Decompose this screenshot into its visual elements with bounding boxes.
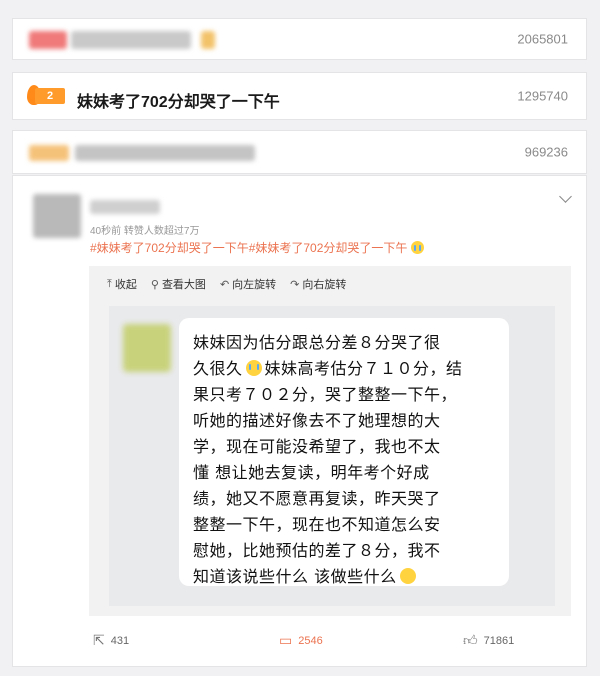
avatar[interactable] xyxy=(33,194,81,238)
post-meta: 40秒前 转赞人数超过7万 xyxy=(90,226,200,237)
post-card: 40秒前 转赞人数超过7万 #妹妹考了702分却哭了一下午#妹妹考了702分却哭… xyxy=(12,175,587,667)
rotate-right-button[interactable]: ↷ 向右旋转 xyxy=(290,276,346,292)
chat-line: 果只考７０２分，哭了整整一下午， xyxy=(193,385,458,404)
collapse-up-icon: ⤒ xyxy=(107,277,112,290)
blurred-title xyxy=(75,145,255,161)
blurred-username[interactable] xyxy=(90,200,160,214)
magnifier-icon: ⚲ xyxy=(150,278,159,291)
chat-avatar xyxy=(123,324,171,372)
thumbs-up-icon: 👍︎ xyxy=(463,632,478,648)
crying-face-icon xyxy=(410,241,424,254)
image-viewer: ⤒ 收起 ⚲ 查看大图 ↶ 向左旋转 ↷ 向右旋转 妹妹因为估分跟总分差８分哭了… xyxy=(89,266,571,616)
repost-icon: ⇱ xyxy=(93,632,105,648)
blurred-title xyxy=(201,31,215,49)
repost-button[interactable]: ⇱ 431 xyxy=(93,632,129,649)
like-button[interactable]: 👍︎ 71861 xyxy=(463,632,514,649)
rotate-left-button[interactable]: ↶ 向左旋转 xyxy=(220,276,276,292)
chevron-down-icon[interactable] xyxy=(559,190,572,203)
chat-line: 绩，她又不愿意再复读，昨天哭了 xyxy=(193,489,441,508)
chat-line: 整整一下午，现在也不知道怎么安 xyxy=(193,515,441,534)
hot-count: 2065801 xyxy=(517,31,568,47)
blurred-title xyxy=(71,31,191,49)
grimace-face-icon xyxy=(399,568,416,584)
chat-line: 知道该说些什么 该做些什么 xyxy=(193,564,495,590)
view-large-button[interactable]: ⚲ 查看大图 xyxy=(151,276,206,292)
chat-line: 学，现在可能没希望了，我也不太 xyxy=(193,437,441,456)
chat-line: 懂 想让她去复读，明年考个好成 xyxy=(193,463,430,482)
chat-line: 妹妹因为估分跟总分差８分哭了很 xyxy=(193,333,441,352)
comment-icon: ▭ xyxy=(279,632,293,648)
blurred-title xyxy=(29,31,67,49)
chat-line: 听她的描述好像去不了她理想的大 xyxy=(193,411,441,430)
rank-badge: 2 xyxy=(27,85,67,105)
hot-count: 969236 xyxy=(524,144,568,160)
crying-face-icon xyxy=(245,360,262,376)
rank-number: 2 xyxy=(35,88,65,104)
blurred-title xyxy=(29,145,69,161)
chat-bubble: 妹妹因为估分跟总分差８分哭了很 久很久 妹妹高考估分７１０分，结 果只考７０２分，… xyxy=(179,318,509,586)
chat-line: 久很久 妹妹高考估分７１０分，结 xyxy=(193,359,463,378)
rotate-right-icon: ↷ xyxy=(290,278,300,291)
post-image[interactable]: 妹妹因为估分跟总分差８分哭了很 久很久 妹妹高考估分７１０分，结 果只考７０２分，… xyxy=(109,306,555,606)
hashtag-link[interactable]: #妹妹考了702分却哭了一下午# xyxy=(90,241,255,255)
image-toolbar: ⤒ 收起 ⚲ 查看大图 ↶ 向左旋转 ↷ 向右旋转 xyxy=(107,276,346,292)
post-text: 妹妹考了702分却哭了一下午 xyxy=(255,241,408,255)
hot-list-row-1[interactable]: 2065801 xyxy=(12,18,587,60)
post-tags: #妹妹考了702分却哭了一下午#妹妹考了702分却哭了一下午 xyxy=(90,239,424,256)
collapse-button[interactable]: ⤒ 收起 xyxy=(107,276,137,292)
hot-count: 1295740 xyxy=(517,88,568,104)
rotate-left-icon: ↶ xyxy=(219,278,230,291)
comment-button[interactable]: ▭ 2546 xyxy=(279,632,323,649)
hot-list-row-2[interactable]: 2 妹妹考了702分却哭了一下午 1295740 xyxy=(12,72,587,120)
hot-title[interactable]: 妹妹考了702分却哭了一下午 xyxy=(77,88,280,112)
chat-line: 慰她，比她预估的差了８分，我不 xyxy=(193,541,441,560)
post-actions: ⇱ 431 ▭ 2546 👍︎ 71861 xyxy=(13,624,586,654)
hot-list-row-3[interactable]: 969236 xyxy=(12,130,587,174)
